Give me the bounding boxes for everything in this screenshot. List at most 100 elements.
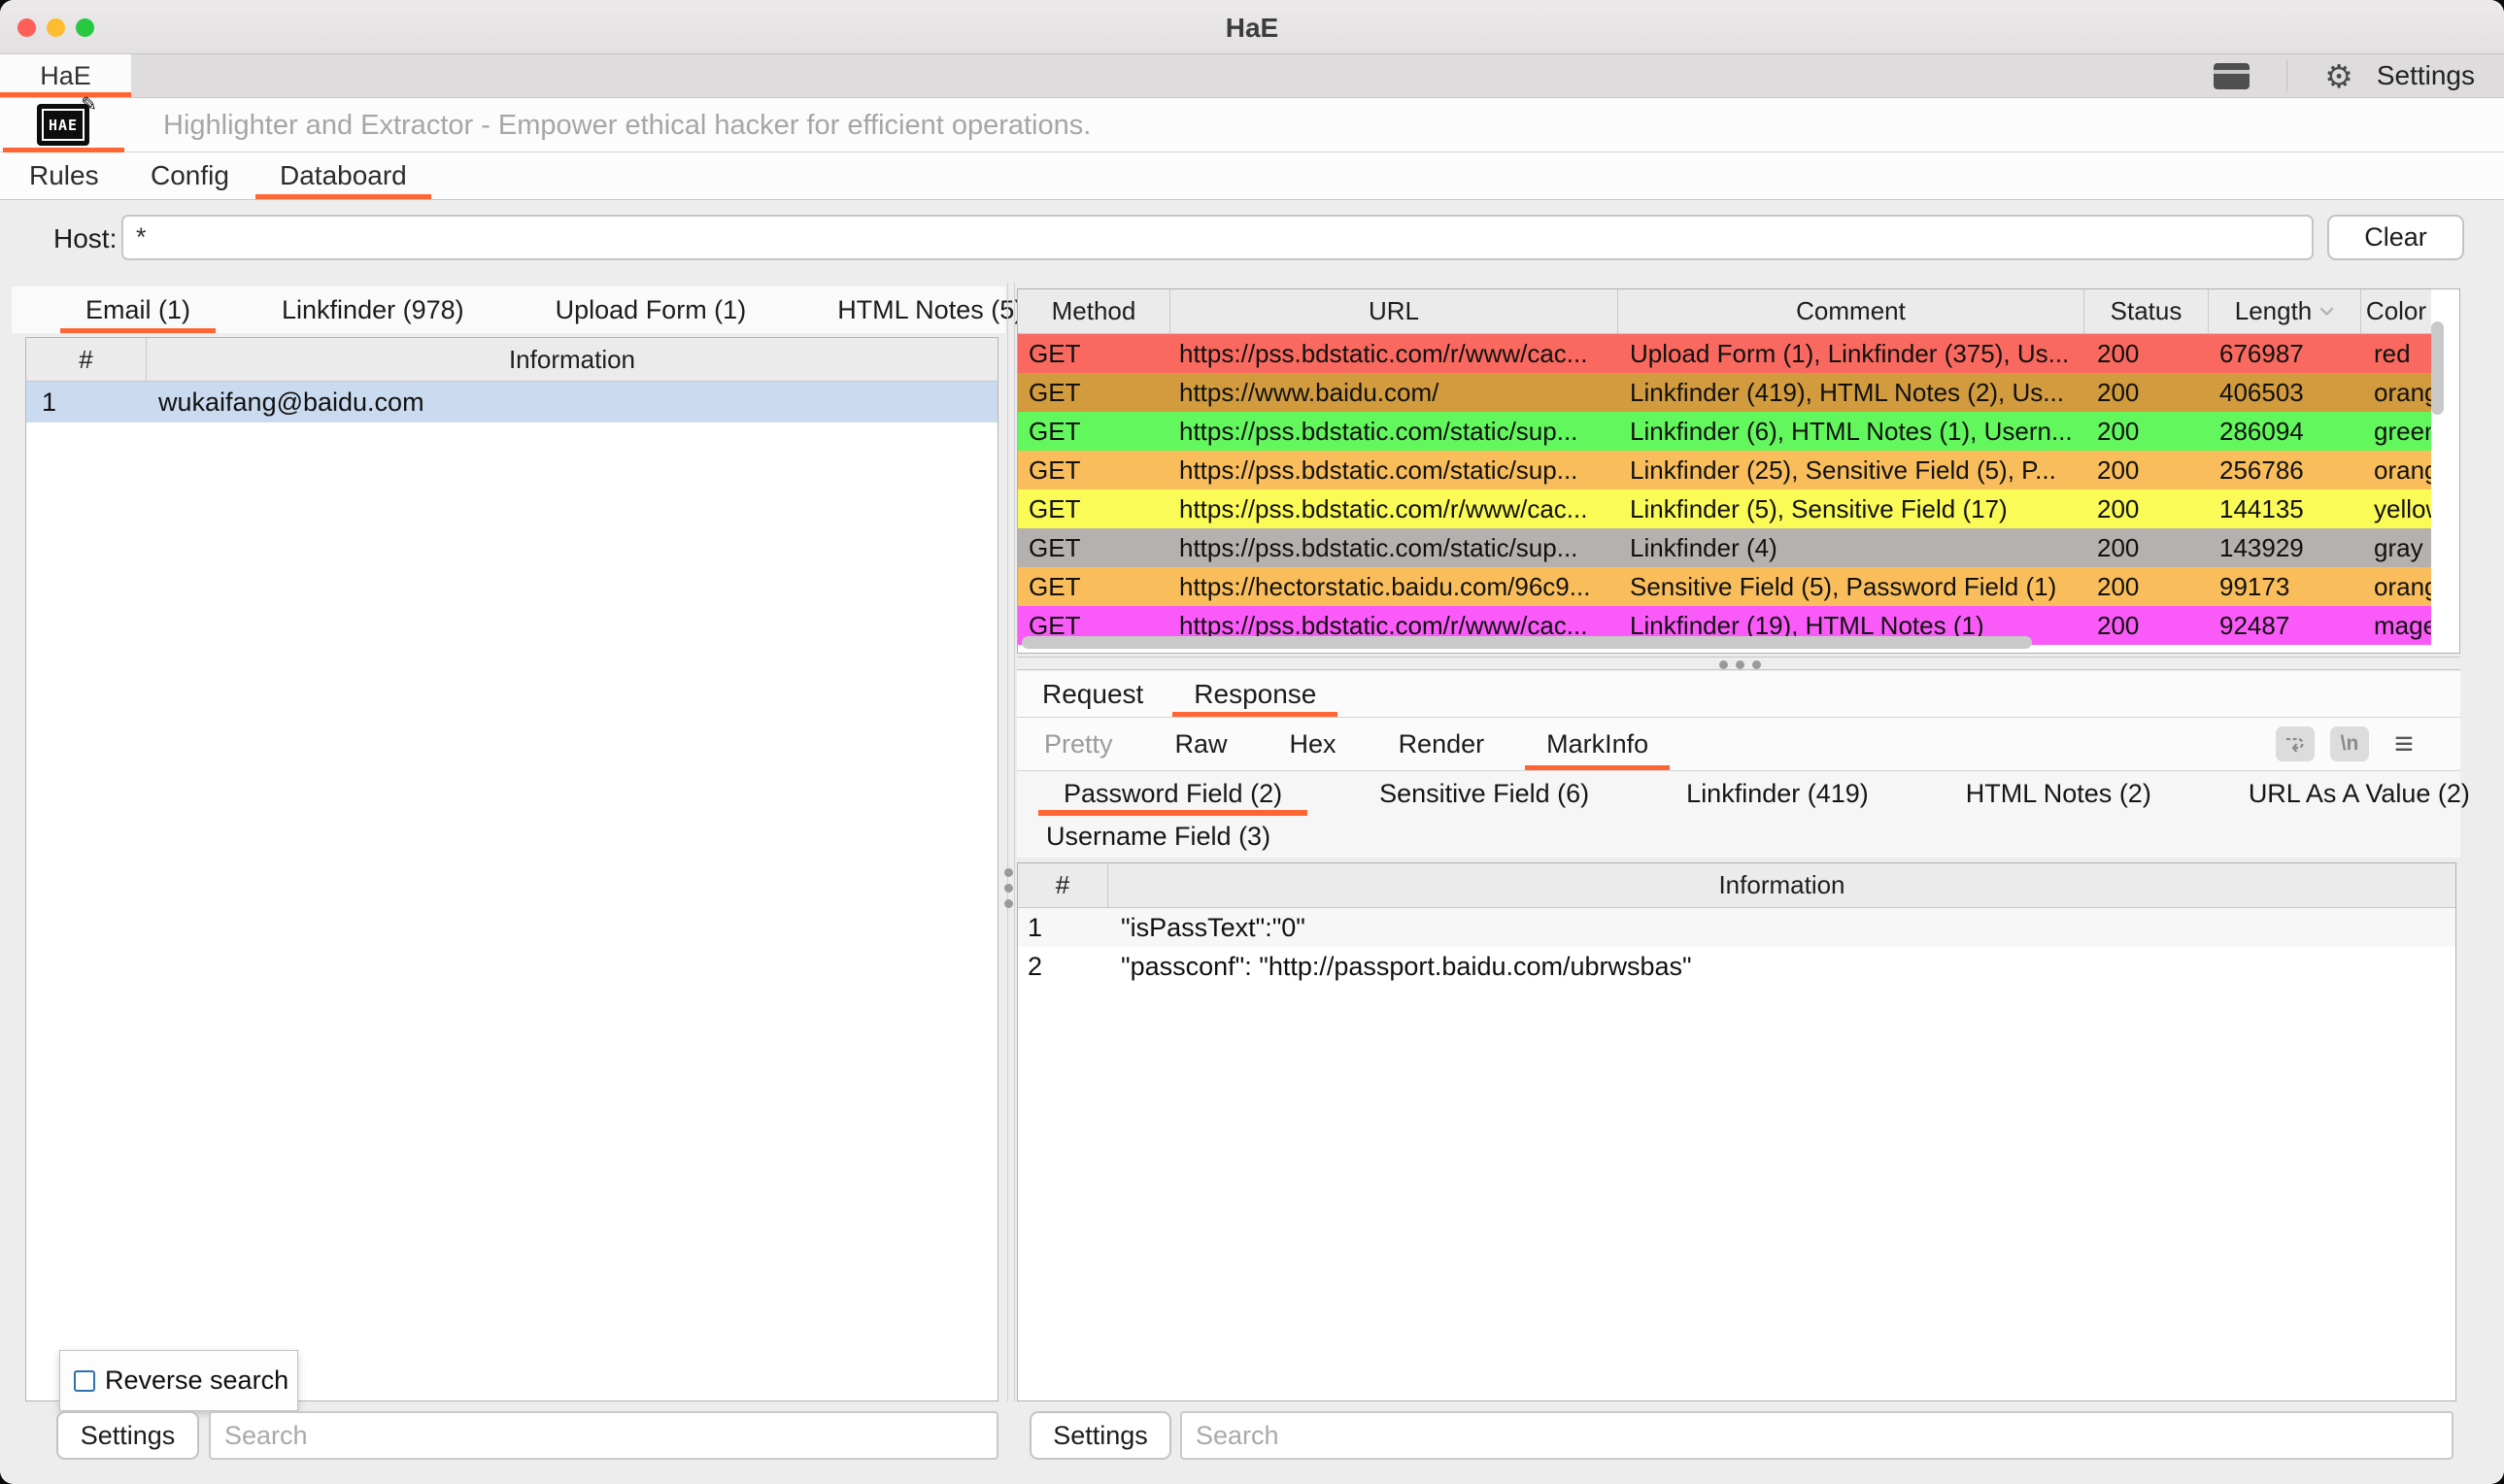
tab-email-label: Email (1) — [85, 295, 190, 325]
cell-status: 200 — [2084, 567, 2209, 606]
cell-url: https://hectorstatic.baidu.com/96c9... — [1170, 567, 1618, 606]
right-search-input[interactable] — [1180, 1411, 2453, 1460]
column-header-url[interactable]: URL — [1170, 289, 1618, 333]
markinfo-tab-row-1: Password Field (2) Sensitive Field (6) L… — [1017, 771, 2460, 816]
vertical-splitter-handle[interactable] — [1004, 868, 1014, 908]
tab-config[interactable]: Config — [151, 152, 229, 199]
request-row[interactable]: GET https://pss.bdstatic.com/r/www/cac..… — [1018, 489, 2431, 528]
row-num: 1 — [1018, 913, 1108, 943]
horizontal-scrollbar[interactable] — [1022, 636, 2032, 649]
message-tab-strip: Request Response — [1017, 671, 2460, 718]
table-row[interactable]: 1 wukaifang@baidu.com — [26, 382, 998, 422]
cell-status: 200 — [2084, 334, 2209, 373]
clear-button[interactable]: Clear — [2327, 215, 2464, 260]
pencil-icon: ✎ — [81, 92, 97, 117]
column-header-information[interactable]: Information — [147, 338, 998, 381]
vertical-scrollbar[interactable] — [2431, 321, 2444, 415]
cell-method: GET — [1018, 334, 1170, 373]
column-header-status[interactable]: Status — [2084, 289, 2209, 333]
tab-html-notes-mark[interactable]: HTML Notes (2) — [1941, 771, 2177, 816]
markinfo-table: # Information 1 "isPassText":"0" 2 "pass… — [1017, 862, 2456, 1401]
table-header: # Information — [1018, 863, 2455, 908]
cell-url: https://pss.bdstatic.com/r/www/cac... — [1170, 334, 1618, 373]
cell-color: magenta — [2361, 606, 2431, 645]
table-row[interactable]: 2 "passconf": "http://passport.baidu.com… — [1018, 947, 2455, 986]
column-header-num[interactable]: # — [26, 338, 147, 381]
tab-linkfinder-label: Linkfinder (978) — [282, 295, 464, 325]
cell-status: 200 — [2084, 606, 2209, 645]
tab-email[interactable]: Email (1) — [60, 287, 216, 333]
menu-glyph: ≡ — [2394, 725, 2414, 763]
tab-raw[interactable]: Raw — [1154, 718, 1249, 770]
cell-status: 200 — [2084, 489, 2209, 528]
hae-logo: HAE ✎ — [37, 104, 89, 146]
request-row[interactable]: GET https://pss.bdstatic.com/static/sup.… — [1018, 412, 2431, 451]
tab-raw-label: Raw — [1175, 729, 1228, 759]
tab-url-as-a-value[interactable]: URL As A Value (2) — [2223, 771, 2495, 816]
tab-request-label: Request — [1042, 679, 1143, 710]
left-settings-button[interactable]: Settings — [56, 1411, 199, 1460]
markinfo-tab-strip: Password Field (2) Sensitive Field (6) L… — [1017, 771, 2460, 858]
left-search-input[interactable] — [209, 1411, 998, 1460]
request-row[interactable]: GET https://hectorstatic.baidu.com/96c9.… — [1018, 567, 2431, 606]
cell-comment: Upload Form (1), Linkfinder (375), Us... — [1618, 334, 2084, 373]
request-row[interactable]: GET https://pss.bdstatic.com/r/www/cac..… — [1018, 334, 2431, 373]
cell-length: 286094 — [2209, 412, 2361, 451]
panel-divider[interactable] — [1007, 283, 1008, 1401]
column-header-color[interactable]: Color — [2361, 289, 2431, 333]
column-header-information[interactable]: Information — [1108, 863, 2455, 907]
tab-password-field[interactable]: Password Field (2) — [1038, 771, 1307, 816]
cell-status: 200 — [2084, 412, 2209, 451]
cell-length: 144135 — [2209, 489, 2361, 528]
tab-linkfinder-mark-label: Linkfinder (419) — [1686, 779, 1869, 809]
tab-linkfinder[interactable]: Linkfinder (978) — [256, 287, 490, 333]
cell-method: GET — [1018, 412, 1170, 451]
cell-status: 200 — [2084, 528, 2209, 567]
column-header-num[interactable]: # — [1018, 863, 1108, 907]
main-tab-bar: HaE ⚙ Settings — [0, 54, 2504, 98]
tab-response[interactable]: Response — [1172, 671, 1337, 717]
request-row[interactable]: GET https://www.baidu.com/ Linkfinder (4… — [1018, 373, 2431, 412]
horizontal-splitter-handle[interactable] — [1719, 660, 1761, 669]
tab-username-field[interactable]: Username Field (3) — [1021, 816, 1296, 858]
tab-hae[interactable]: HaE — [0, 54, 131, 97]
request-row[interactable]: GET https://pss.bdstatic.com/static/sup.… — [1018, 528, 2431, 567]
reverse-search-label: Reverse search — [105, 1366, 288, 1396]
gear-icon[interactable]: ⚙ — [2324, 60, 2353, 92]
column-header-length[interactable]: Length — [2209, 289, 2361, 333]
tab-databoard-label: Databoard — [280, 160, 407, 191]
tab-request[interactable]: Request — [1021, 671, 1165, 717]
table-row[interactable]: 1 "isPassText":"0" — [1018, 908, 2455, 947]
menu-icon[interactable]: ≡ — [2385, 726, 2423, 761]
tab-markinfo[interactable]: MarkInfo — [1525, 718, 1670, 770]
tab-html-notes[interactable]: HTML Notes (5) — [812, 287, 1048, 333]
host-input[interactable] — [121, 215, 2314, 260]
show-newlines-icon[interactable]: \n — [2330, 726, 2369, 761]
right-settings-button[interactable]: Settings — [1030, 1411, 1171, 1460]
settings-menu-label[interactable]: Settings — [2377, 60, 2475, 91]
reverse-search-checkbox[interactable] — [74, 1370, 95, 1392]
layout-panel-icon[interactable] — [2214, 63, 2250, 89]
message-view-tab-strip: Pretty Raw Hex Render MarkInfo \n ≡ — [1017, 718, 2460, 771]
tab-hex[interactable]: Hex — [1269, 718, 1358, 770]
tab-pretty[interactable]: Pretty — [1023, 718, 1134, 770]
word-wrap-icon[interactable] — [2276, 726, 2315, 761]
tab-sensitive-field[interactable]: Sensitive Field (6) — [1354, 771, 1614, 816]
cell-comment: Linkfinder (419), HTML Notes (2), Us... — [1618, 373, 2084, 412]
cell-status: 200 — [2084, 373, 2209, 412]
cell-url: https://www.baidu.com/ — [1170, 373, 1618, 412]
request-row[interactable]: GET https://pss.bdstatic.com/static/sup.… — [1018, 451, 2431, 489]
tab-upload-form[interactable]: Upload Form (1) — [530, 287, 772, 333]
tab-rules[interactable]: Rules — [29, 152, 99, 199]
tab-html-notes-label: HTML Notes (5) — [837, 295, 1023, 325]
tab-databoard[interactable]: Databoard — [280, 152, 407, 199]
extension-banner: HAE ✎ Highlighter and Extractor - Empowe… — [0, 98, 2504, 152]
cell-color: orange — [2361, 567, 2431, 606]
column-header-method[interactable]: Method — [1018, 289, 1170, 333]
active-tab-indicator — [255, 194, 431, 199]
tab-render[interactable]: Render — [1377, 718, 1506, 770]
tab-linkfinder-mark[interactable]: Linkfinder (419) — [1661, 771, 1894, 816]
panel-divider[interactable] — [1014, 283, 1015, 1401]
column-header-comment[interactable]: Comment — [1618, 289, 2084, 333]
reverse-search-popup: Reverse search — [59, 1350, 298, 1411]
